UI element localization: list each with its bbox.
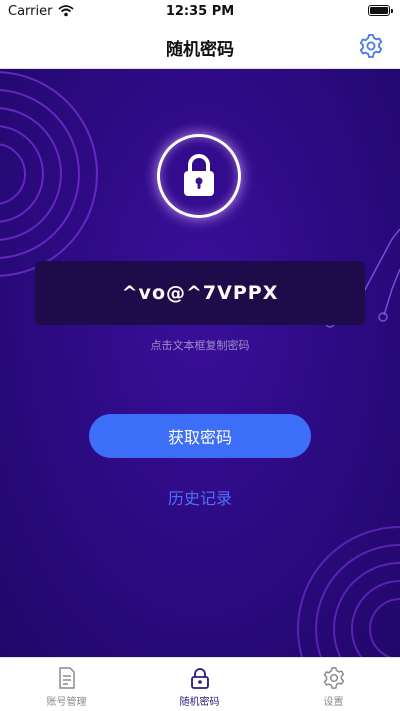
tab-account-management[interactable]: 账号管理	[0, 658, 133, 711]
lock-icon	[191, 668, 209, 689]
lock-badge	[157, 134, 241, 218]
page-title: 随机密码	[166, 40, 234, 60]
tab-random-password[interactable]: 随机密码	[133, 658, 266, 711]
tab-bar: 账号管理 随机密码 设置	[0, 657, 400, 711]
gear-icon[interactable]	[358, 33, 384, 59]
tab-label: 随机密码	[179, 697, 220, 708]
lock-icon	[184, 154, 214, 196]
gear-icon	[323, 667, 345, 689]
password-display-field[interactable]: ^vo@^7VPPX	[35, 261, 365, 325]
get-password-button-label: 获取密码	[167, 428, 232, 447]
document-icon	[59, 667, 75, 689]
tab-label: 账号管理	[46, 697, 87, 708]
status-bar: Carrier 12:35 PM	[0, 0, 400, 24]
tab-label: 设置	[323, 697, 344, 708]
clock: 12:35 PM	[165, 4, 235, 19]
tab-settings[interactable]: 设置	[267, 658, 400, 711]
generated-password: ^vo@^7VPPX	[121, 282, 279, 304]
history-link[interactable]: 历史记录	[0, 485, 400, 509]
copy-hint-text: 点击文本框复制密码	[150, 339, 250, 352]
battery-icon	[368, 5, 393, 16]
main-area: ^vo@^7VPPX 点击文本框复制密码 获取密码 历史记录	[0, 69, 400, 657]
get-password-button[interactable]: 获取密码	[89, 414, 311, 458]
navigation-bar: 随机密码	[0, 24, 400, 69]
